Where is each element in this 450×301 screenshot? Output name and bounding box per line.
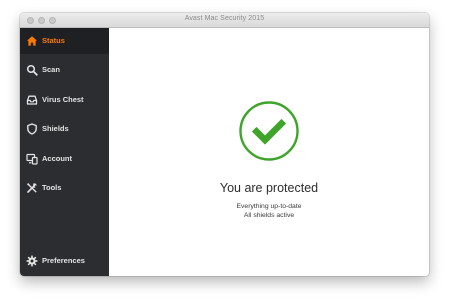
title-bar[interactable]: Avast Mac Security 2015: [20, 13, 429, 28]
sidebar-item-label: Tools: [42, 183, 62, 192]
status-detail-shields: All shields active: [243, 212, 295, 219]
sidebar-item-shields[interactable]: Shields: [20, 116, 109, 142]
shield-icon: [26, 123, 38, 135]
status-detail-updates: Everything up-to-date: [236, 203, 302, 210]
sidebar-item-label: Preferences: [42, 256, 85, 265]
tools-icon: [26, 182, 38, 194]
main-panel: You are protected Everything up-to-date …: [109, 28, 429, 276]
sidebar-item-tools[interactable]: Tools: [20, 175, 109, 201]
inbox-icon: [26, 94, 38, 106]
sidebar-item-label: Shields: [42, 124, 69, 133]
checkmark-circle-icon: [238, 100, 300, 162]
gear-icon: [26, 255, 38, 267]
sidebar-item-scan[interactable]: Scan: [20, 57, 109, 83]
sidebar-item-preferences[interactable]: Preferences: [20, 248, 109, 274]
home-icon: [26, 35, 38, 47]
sidebar-item-label: Account: [42, 154, 72, 163]
sidebar-item-label: Virus Chest: [42, 95, 84, 104]
monitor-icon: [26, 153, 38, 165]
sidebar-item-label: Scan: [42, 65, 60, 74]
sidebar-item-account[interactable]: Account: [20, 146, 109, 172]
search-icon: [26, 64, 38, 76]
protection-status-title: You are protected: [219, 181, 319, 195]
sidebar-item-status[interactable]: Status: [20, 28, 109, 54]
sidebar-item-label: Status: [42, 36, 65, 45]
window-title: Avast Mac Security 2015: [184, 15, 265, 22]
sidebar: Status Scan Virus Chest Shields Account: [20, 28, 109, 276]
app-window: Avast Mac Security 2015 Status Scan Viru…: [20, 13, 429, 276]
sidebar-item-virus-chest[interactable]: Virus Chest: [20, 87, 109, 113]
